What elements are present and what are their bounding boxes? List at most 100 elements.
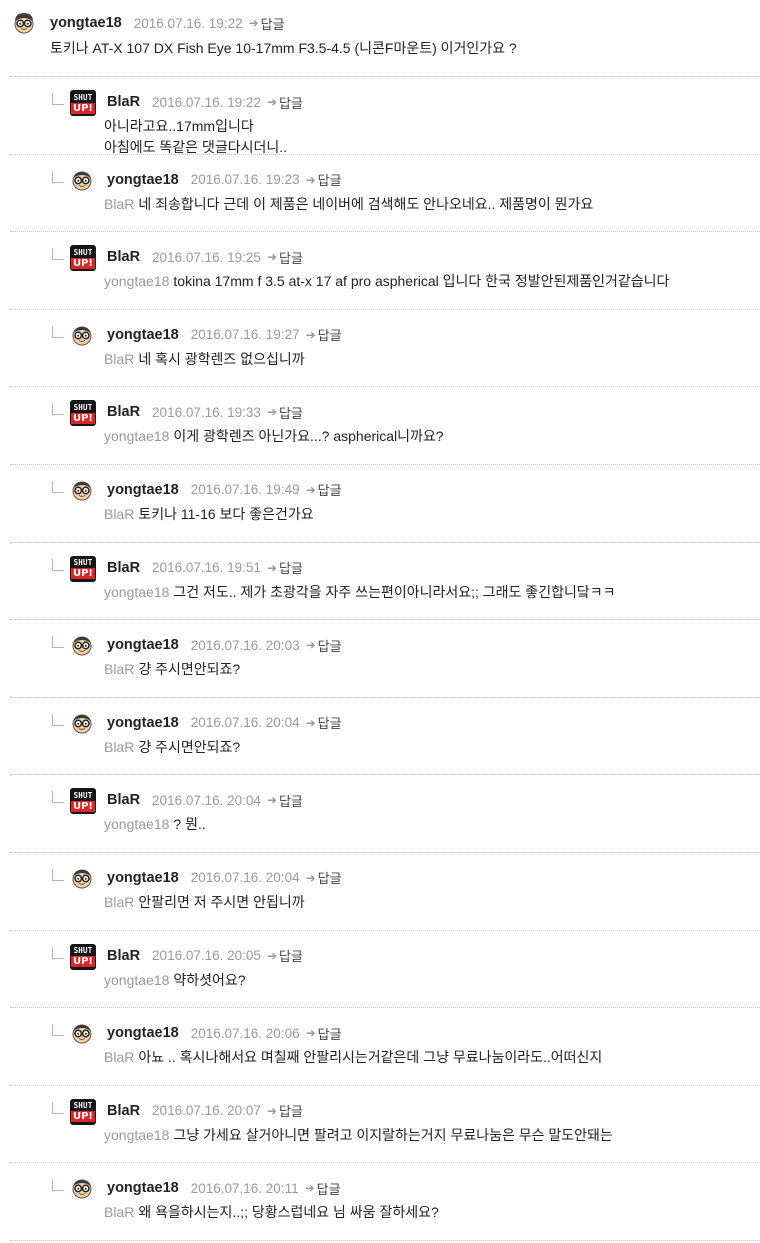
glasses-face-avatar-icon[interactable] [70,1021,94,1045]
glasses-face-avatar-icon[interactable] [70,1176,94,1200]
shut-up-badge-icon[interactable]: SHUT UP! [70,788,96,815]
comment-author[interactable]: BlaR [107,792,140,808]
reply-comment: yongtae18 2016.07.16. 20:04 ➜ 답글 BlaR 걍 주… [0,698,760,776]
reply-button[interactable]: ➜ 답글 [267,93,303,112]
comment-header: yongtae18 2016.07.16. 19:23 ➜ 답글 [52,169,760,191]
comment-author[interactable]: yongtae18 [107,715,179,731]
comment-line: BlaR 걍 주시면안되죠? [104,659,760,680]
glasses-face-avatar-icon[interactable] [70,478,94,502]
reply-label: 답글 [278,95,303,111]
comment-line: BlaR 네 죄송합니다 근데 이 제품은 네이버에 검색해도 안나오네요.. 제… [104,194,760,215]
shut-up-badge-icon[interactable]: SHUT UP! [70,555,96,582]
reply-arrow-icon: ➜ [305,715,316,730]
mention-user[interactable]: BlaR [104,196,134,212]
shut-up-badge: SHUT UP! [70,90,96,116]
mention-user[interactable]: yongtae18 [104,972,169,988]
comment-line: BlaR 네 혹시 광학렌즈 없으십니까 [104,349,760,370]
comment-body: 토키나 AT-X 107 DX Fish Eye 10-17mm F3.5-4.… [50,40,517,56]
reply-arrow-icon: ➜ [266,405,277,420]
comment-header: yongtae18 2016.07.16. 20:03 ➜ 답글 [52,634,760,656]
comment-author[interactable]: yongtae18 [107,1180,179,1196]
comment-body: BlaR 아뇨 .. 혹시나해서요 며칠째 안팔리시는거같은데 그냥 무료나눔이라… [104,1047,760,1068]
comment-author[interactable]: BlaR [107,560,140,576]
comment-header: SHUT UP! BlaR 2016.07.16. 19:25 ➜ 답글 [52,245,760,272]
reply-label: 답글 [278,405,303,421]
reply-arrow-icon: ➜ [266,95,277,109]
shut-up-badge: SHUT UP! [70,1098,96,1125]
reply-button[interactable]: ➜ 답글 [267,558,303,577]
reply-comment: SHUT UP! BlaR 2016.07.16. 20:04 ➜ 답글 yon… [0,775,760,853]
reply-button[interactable]: ➜ 답글 [306,1024,342,1043]
mention-user[interactable]: yongtae18 [104,816,169,832]
comment-body: yongtae18 tokina 17mm f 3.5 at-x 17 af pr… [104,271,760,292]
reply-comment: SHUT UP! BlaR 2016.07.16. 19:51 ➜ 답글 yon… [0,543,760,621]
reply-label: 답글 [278,250,303,266]
comment-header: SHUT UP! BlaR 2016.07.16. 19:33 ➜ 답글 [52,400,760,427]
comment-author[interactable]: yongtae18 [107,327,179,343]
reply-label: 답글 [317,871,342,887]
comment-line: BlaR 걍 주시면안되죠? [104,737,760,758]
comment-body: BlaR 네 혹시 광학렌즈 없으십니까 [104,349,760,370]
reply-button[interactable]: ➜ 답글 [267,791,303,810]
shut-up-badge-icon[interactable]: SHUT UP! [70,943,96,970]
mention-user[interactable]: BlaR [104,1204,134,1220]
glasses-face-avatar-icon[interactable] [70,168,94,192]
reply-arrow-icon: ➜ [305,327,316,342]
shut-up-badge-icon[interactable]: SHUT UP! [70,400,96,427]
reply-button[interactable]: ➜ 답글 [267,248,303,267]
glasses-face-avatar-icon[interactable] [70,866,94,890]
comment-author[interactable]: BlaR [107,249,140,265]
shut-up-badge-icon[interactable]: SHUT UP! [70,90,96,116]
shut-up-badge: SHUT UP! [70,400,96,427]
glasses-face-avatar-icon[interactable] [70,711,94,735]
comment-header: SHUT UP! BlaR 2016.07.16. 19:51 ➜ 답글 [52,555,760,582]
comment-author[interactable]: yongtae18 [50,15,122,31]
reply-arrow-icon: ➜ [305,482,316,497]
comment-author[interactable]: BlaR [107,404,140,420]
reply-button[interactable]: ➜ 답글 [306,480,342,499]
glasses-face-avatar-icon[interactable] [12,11,36,35]
comment-author[interactable]: yongtae18 [107,637,179,653]
reply-button[interactable]: ➜ 답글 [306,170,342,189]
comment-body: yongtae18 약하셧어요? [104,970,760,991]
comment-author[interactable]: BlaR [107,1103,140,1119]
reply-button[interactable]: ➜ 답글 [249,14,285,33]
reply-comment: yongtae18 2016.07.16. 20:11 ➜ 답글 BlaR 왜 욕… [0,1163,760,1241]
mention-user[interactable]: BlaR [104,661,134,677]
mention-user[interactable]: BlaR [104,1049,134,1065]
mention-user[interactable]: BlaR [104,506,134,522]
comment-date: 2016.07.16. 20:03 [190,637,300,653]
reply-button[interactable]: ➜ 답글 [267,1101,303,1120]
glasses-face-avatar-icon[interactable] [70,323,94,347]
glasses-face-avatar-icon[interactable] [70,633,94,657]
mention-user[interactable]: yongtae18 [104,1127,169,1143]
shut-up-badge-icon[interactable]: SHUT UP! [70,1098,96,1125]
reply-button[interactable]: ➜ 답글 [305,1179,341,1198]
comment-header: SHUT UP! BlaR 2016.07.16. 20:05 ➜ 답글 [52,943,760,970]
mention-user[interactable]: yongtae18 [104,584,169,600]
comment-body: yongtae18 그건 저도.. 제가 초광각을 자주 쓰는편이아니라서요;; … [104,582,760,603]
reply-button[interactable]: ➜ 답글 [267,946,303,965]
comment-line: yongtae18 이게 광학렌즈 아닌가요...? aspherical니까요? [104,426,760,447]
comment-body: BlaR 왜 욕을하시는지..;; 당황스럽네요 님 싸움 잘하세요? [104,1202,760,1223]
comment-author[interactable]: yongtae18 [107,172,179,188]
shut-up-badge-icon[interactable]: SHUT UP! [70,245,96,272]
comment-author[interactable]: yongtae18 [107,870,179,886]
reply-button[interactable]: ➜ 답글 [306,713,342,732]
reply-button[interactable]: ➜ 답글 [306,868,342,887]
comment-text: 안팔리면 저 주시면 안됩니까 [138,893,305,910]
mention-user[interactable]: BlaR [104,894,134,910]
mention-user[interactable]: yongtae18 [104,273,169,289]
reply-button[interactable]: ➜ 답글 [267,403,303,422]
mention-user[interactable]: yongtae18 [104,428,169,444]
comment-author[interactable]: BlaR [107,948,140,964]
reply-button[interactable]: ➜ 답글 [306,636,342,655]
badge-line-2: UP! [70,956,95,968]
mention-user[interactable]: BlaR [104,351,134,367]
comment-author[interactable]: yongtae18 [107,1025,179,1041]
comment-author[interactable]: yongtae18 [107,482,179,498]
comment-author[interactable]: BlaR [107,94,140,110]
mention-user[interactable]: BlaR [104,739,134,755]
reply-button[interactable]: ➜ 답글 [306,325,342,344]
comment-text: 아뇨 .. 혹시나해서요 며칠째 안팔리시는거같은데 그냥 무료나눔이라도..어… [138,1049,603,1066]
